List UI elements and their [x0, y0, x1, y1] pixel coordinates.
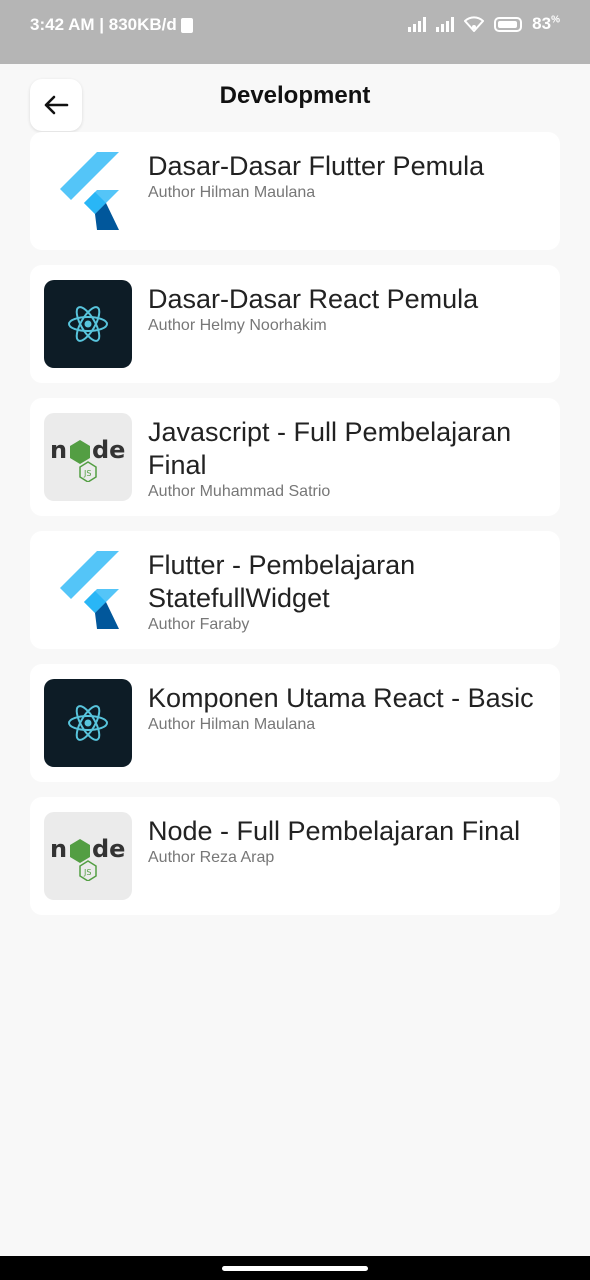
page-title: Development	[219, 82, 371, 109]
course-card[interactable]: n de JS Javascript - Full Pembelajaran F…	[30, 398, 560, 516]
course-card[interactable]: Dasar-Dasar Flutter Pemula Author Hilman…	[30, 132, 560, 250]
course-card[interactable]: Komponen Utama React - Basic Author Hilm…	[30, 664, 560, 782]
svg-text:n: n	[50, 835, 67, 863]
nodejs-logo-icon: n de JS	[50, 436, 125, 482]
vibrate-icon	[180, 17, 193, 33]
svg-text:JS: JS	[83, 868, 91, 877]
course-title: Komponen Utama React - Basic	[148, 683, 534, 713]
home-gesture-handle[interactable]	[222, 1266, 368, 1271]
react-logo-icon	[68, 306, 108, 342]
system-nav-bar	[0, 1256, 590, 1280]
course-title: Flutter - Pembelajaran StatefullWidget	[148, 550, 416, 613]
svg-text:de: de	[92, 835, 125, 863]
course-author: Author Faraby	[148, 616, 250, 633]
signal-icon	[408, 16, 427, 32]
course-author: Author Reza Arap	[148, 849, 275, 866]
flutter-logo-icon	[60, 551, 119, 629]
svg-text:n: n	[50, 436, 67, 464]
course-card[interactable]: Dasar-Dasar React Pemula Author Helmy No…	[30, 265, 560, 383]
course-title: Dasar-Dasar Flutter Pemula	[148, 151, 485, 181]
course-author: Author Muhammad Satrio	[148, 483, 331, 500]
course-thumbnail	[44, 280, 132, 368]
app-header: Development	[0, 64, 590, 132]
battery-percent: 83%	[532, 14, 560, 33]
svg-text:JS: JS	[83, 469, 91, 478]
react-logo-icon	[68, 705, 108, 741]
course-author: Author Hilman Maulana	[148, 184, 316, 201]
course-title: Node - Full Pembelajaran Final	[148, 816, 521, 846]
status-time-text: 3:42 AM | 830KB/d	[30, 15, 177, 34]
course-card[interactable]: n de JS Node - Full Pembelajaran Final A…	[30, 797, 560, 915]
course-thumbnail	[44, 147, 132, 235]
course-title: Javascript - Full Pembelajaran Final	[148, 417, 512, 480]
nodejs-logo-icon: n de JS	[50, 835, 125, 881]
flutter-logo-icon	[60, 152, 119, 230]
course-title: Dasar-Dasar React Pemula	[148, 284, 479, 314]
svg-text:de: de	[92, 436, 125, 464]
course-thumbnail	[44, 546, 132, 634]
course-author: Author Helmy Noorhakim	[148, 317, 327, 334]
course-author: Author Hilman Maulana	[148, 716, 316, 733]
battery-icon	[494, 16, 523, 32]
signal-icon	[436, 16, 455, 32]
course-list: Dasar-Dasar Flutter Pemula Author Hilman…	[30, 132, 560, 930]
wifi-icon	[464, 16, 485, 32]
course-thumbnail	[44, 679, 132, 767]
status-bar: 3:42 AM | 830KB/d 83%	[0, 0, 590, 64]
course-thumbnail: n de JS	[44, 812, 132, 900]
status-icons: 83%	[408, 14, 560, 34]
course-card[interactable]: Flutter - Pembelajaran StatefullWidget A…	[30, 531, 560, 649]
course-thumbnail: n de JS	[44, 413, 132, 501]
status-time: 3:42 AM | 830KB/d	[30, 15, 193, 35]
